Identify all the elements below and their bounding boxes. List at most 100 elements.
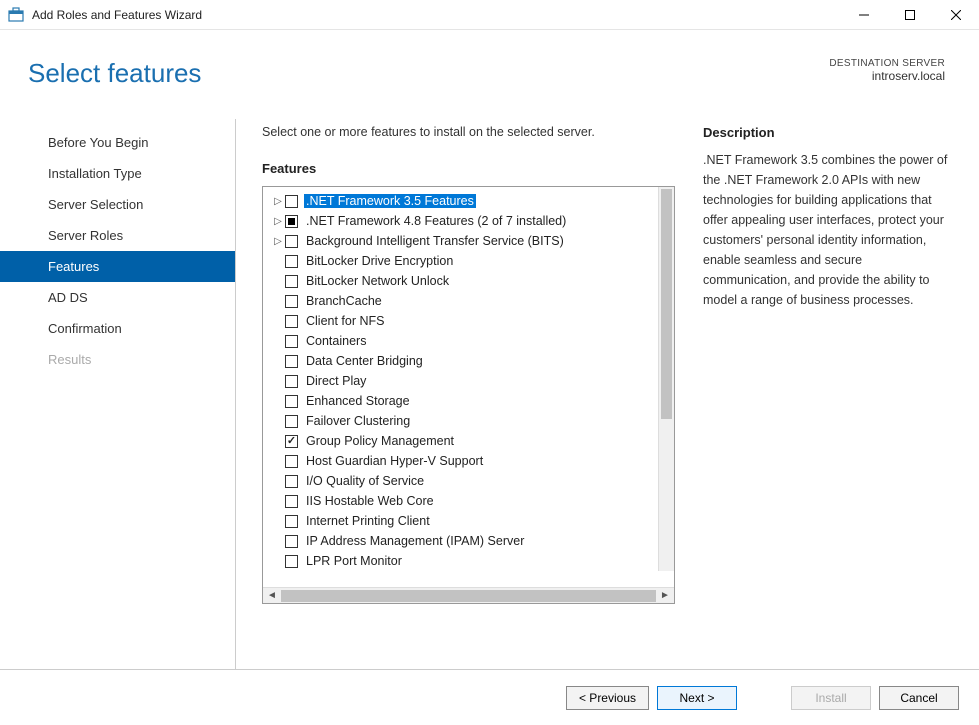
feature-label: LPR Port Monitor bbox=[304, 554, 404, 568]
main-panel: Select one or more features to install o… bbox=[236, 119, 979, 669]
feature-label: Data Center Bridging bbox=[304, 354, 425, 368]
feature-row[interactable]: ▷ .NET Framework 4.8 Features (2 of 7 ins… bbox=[271, 211, 674, 231]
feature-checkbox[interactable] bbox=[285, 495, 298, 508]
install-button[interactable]: Install bbox=[791, 686, 871, 710]
expand-icon[interactable]: ▷ bbox=[271, 216, 285, 227]
instruction-text: Select one or more features to install o… bbox=[262, 125, 675, 139]
feature-label: IIS Hostable Web Core bbox=[304, 494, 436, 508]
feature-row[interactable]: ▷Failover Clustering bbox=[271, 411, 674, 431]
feature-row[interactable]: ▷ .NET Framework 3.5 Features bbox=[271, 191, 674, 211]
feature-row[interactable]: ▷BitLocker Network Unlock bbox=[271, 271, 674, 291]
feature-row[interactable]: ▷IP Address Management (IPAM) Server bbox=[271, 531, 674, 551]
scroll-right-icon[interactable]: ► bbox=[658, 590, 672, 601]
features-tree-container: ▷ .NET Framework 3.5 Features ▷ .NET Framew… bbox=[262, 186, 675, 604]
wizard-step[interactable]: Server Roles bbox=[0, 220, 235, 251]
feature-row[interactable]: ▷Enhanced Storage bbox=[271, 391, 674, 411]
feature-label: Enhanced Storage bbox=[304, 394, 412, 408]
feature-label: Host Guardian Hyper-V Support bbox=[304, 454, 485, 468]
window-controls bbox=[841, 0, 979, 29]
wizard-footer: < Previous Next > Install Cancel bbox=[0, 669, 979, 725]
features-heading: Features bbox=[262, 161, 675, 176]
feature-label: BitLocker Drive Encryption bbox=[304, 254, 455, 268]
feature-row[interactable]: ▷Group Policy Management bbox=[271, 431, 674, 451]
expand-icon[interactable]: ▷ bbox=[271, 236, 285, 247]
destination-block: DESTINATION SERVER introserv.local bbox=[829, 58, 945, 83]
feature-row[interactable]: ▷BranchCache bbox=[271, 291, 674, 311]
horizontal-scrollbar[interactable]: ◄ ► bbox=[263, 587, 674, 603]
feature-row[interactable]: ▷Direct Play bbox=[271, 371, 674, 391]
feature-label: BranchCache bbox=[304, 294, 384, 308]
feature-label: Direct Play bbox=[304, 374, 368, 388]
expand-icon[interactable]: ▷ bbox=[271, 196, 285, 207]
wizard-steps-sidebar: Before You BeginInstallation TypeServer … bbox=[0, 119, 236, 669]
feature-checkbox[interactable] bbox=[285, 455, 298, 468]
previous-button[interactable]: < Previous bbox=[566, 686, 649, 710]
description-heading: Description bbox=[703, 125, 953, 140]
horizontal-scroll-thumb[interactable] bbox=[281, 590, 656, 602]
feature-checkbox[interactable] bbox=[285, 415, 298, 428]
feature-row[interactable]: ▷IIS Hostable Web Core bbox=[271, 491, 674, 511]
feature-checkbox[interactable] bbox=[285, 475, 298, 488]
feature-checkbox[interactable] bbox=[285, 295, 298, 308]
feature-checkbox[interactable] bbox=[285, 335, 298, 348]
feature-checkbox[interactable] bbox=[285, 255, 298, 268]
feature-label: Client for NFS bbox=[304, 314, 387, 328]
feature-label: .NET Framework 4.8 Features (2 of 7 inst… bbox=[304, 214, 568, 228]
page-title: Select features bbox=[28, 58, 829, 89]
app-icon bbox=[8, 7, 24, 23]
titlebar: Add Roles and Features Wizard bbox=[0, 0, 979, 30]
vertical-scroll-thumb[interactable] bbox=[661, 189, 672, 419]
feature-row[interactable]: ▷BitLocker Drive Encryption bbox=[271, 251, 674, 271]
next-button[interactable]: Next > bbox=[657, 686, 737, 710]
wizard-step[interactable]: Before You Begin bbox=[0, 127, 235, 158]
feature-checkbox[interactable] bbox=[285, 235, 298, 248]
feature-row[interactable]: ▷ Background Intelligent Transfer Service… bbox=[271, 231, 674, 251]
feature-row[interactable]: ▷Client for NFS bbox=[271, 311, 674, 331]
destination-server: introserv.local bbox=[829, 69, 945, 83]
description-text: .NET Framework 3.5 combines the power of… bbox=[703, 150, 953, 310]
feature-row[interactable]: ▷Containers bbox=[271, 331, 674, 351]
feature-label: .NET Framework 3.5 Features bbox=[304, 194, 476, 208]
vertical-scrollbar[interactable] bbox=[658, 187, 674, 571]
feature-row[interactable]: ▷Data Center Bridging bbox=[271, 351, 674, 371]
feature-label: Group Policy Management bbox=[304, 434, 456, 448]
feature-checkbox[interactable] bbox=[285, 355, 298, 368]
cancel-button[interactable]: Cancel bbox=[879, 686, 959, 710]
wizard-step[interactable]: Features bbox=[0, 251, 235, 282]
wizard-step[interactable]: Installation Type bbox=[0, 158, 235, 189]
feature-label: I/O Quality of Service bbox=[304, 474, 426, 488]
feature-label: Internet Printing Client bbox=[304, 514, 432, 528]
maximize-button[interactable] bbox=[887, 0, 933, 29]
wizard-step[interactable]: AD DS bbox=[0, 282, 235, 313]
wizard-step[interactable]: Confirmation bbox=[0, 313, 235, 344]
feature-row[interactable]: ▷Host Guardian Hyper-V Support bbox=[271, 451, 674, 471]
feature-row[interactable]: ▷Internet Printing Client bbox=[271, 511, 674, 531]
feature-checkbox[interactable] bbox=[285, 275, 298, 288]
feature-row[interactable]: ▷I/O Quality of Service bbox=[271, 471, 674, 491]
features-tree[interactable]: ▷ .NET Framework 3.5 Features ▷ .NET Framew… bbox=[263, 187, 674, 587]
feature-label: BitLocker Network Unlock bbox=[304, 274, 451, 288]
feature-label: Background Intelligent Transfer Service … bbox=[304, 234, 566, 248]
feature-label: Failover Clustering bbox=[304, 414, 412, 428]
description-pane: Description .NET Framework 3.5 combines … bbox=[703, 125, 953, 669]
feature-checkbox[interactable] bbox=[285, 535, 298, 548]
page-header: Select features DESTINATION SERVER intro… bbox=[0, 30, 979, 99]
feature-checkbox[interactable] bbox=[285, 315, 298, 328]
feature-checkbox[interactable] bbox=[285, 395, 298, 408]
wizard-step[interactable]: Server Selection bbox=[0, 189, 235, 220]
close-button[interactable] bbox=[933, 0, 979, 29]
feature-checkbox[interactable] bbox=[285, 375, 298, 388]
feature-label: Containers bbox=[304, 334, 368, 348]
feature-checkbox[interactable] bbox=[285, 195, 298, 208]
destination-label: DESTINATION SERVER bbox=[829, 58, 945, 69]
minimize-button[interactable] bbox=[841, 0, 887, 29]
feature-row[interactable]: ▷LPR Port Monitor bbox=[271, 551, 674, 571]
feature-label: IP Address Management (IPAM) Server bbox=[304, 534, 526, 548]
scroll-left-icon[interactable]: ◄ bbox=[265, 590, 279, 601]
content: Before You BeginInstallation TypeServer … bbox=[0, 99, 979, 669]
feature-checkbox[interactable] bbox=[285, 435, 298, 448]
features-pane: Select one or more features to install o… bbox=[262, 125, 675, 669]
feature-checkbox[interactable] bbox=[285, 555, 298, 568]
feature-checkbox[interactable] bbox=[285, 215, 298, 228]
feature-checkbox[interactable] bbox=[285, 515, 298, 528]
